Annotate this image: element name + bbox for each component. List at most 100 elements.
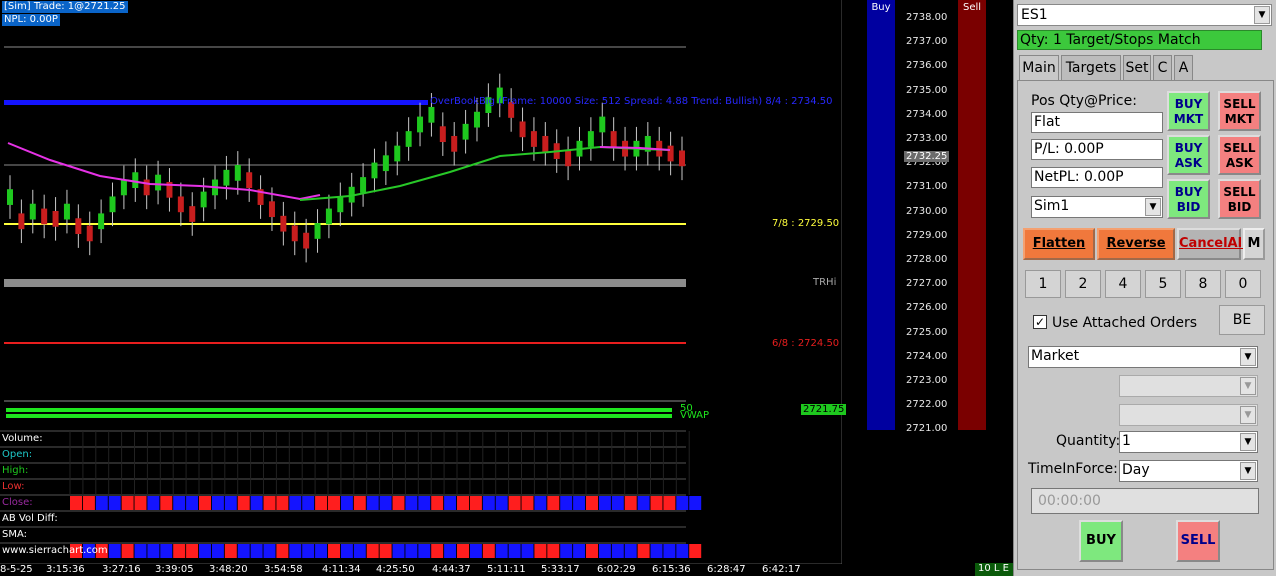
price-tick-label: 2737.00 [906,36,948,48]
price-tick-label: 2731.00 [906,181,948,193]
buy-bid-button[interactable]: BUY BID [1167,179,1210,219]
candle [41,208,48,225]
tab-a[interactable]: A [1174,55,1193,80]
quantity-value: 1 [1122,433,1131,449]
candle [7,189,13,205]
chevron-down-icon[interactable]: ▼ [1240,433,1256,451]
sell-button[interactable]: SELL [1176,520,1220,562]
use-attached-checkbox[interactable]: ✓ [1033,315,1047,329]
candle [405,131,412,147]
vwap-line [6,408,672,412]
cancel-all-button[interactable]: CancelAll [1177,228,1247,260]
vwap-line [6,414,672,418]
qty-preset-button[interactable]: 8 [1185,270,1221,298]
be-button[interactable]: BE [1219,305,1265,335]
candle [132,172,139,189]
close-cell [276,496,289,510]
study-name: www.sierrachart.com [2,545,108,556]
close-cell [573,496,586,510]
chevron-down-icon[interactable]: ▼ [1145,198,1161,216]
tab-c[interactable]: C [1153,55,1172,80]
tab-main[interactable]: Main [1019,55,1059,81]
sma-cell [147,544,160,558]
dom-sell-column[interactable]: Sell [958,0,986,430]
time-tick-label: 6:28:47 [707,564,746,575]
sma-cell [134,544,147,558]
time-tick-label: 3:48:20 [209,564,248,575]
candle [280,215,287,232]
close-cell [108,496,121,510]
reverse-button[interactable]: Reverse [1097,228,1175,260]
tab-set[interactable]: Set [1123,55,1151,80]
chevron-down-icon[interactable]: ▼ [1254,6,1270,24]
chevron-down-icon[interactable]: ▼ [1240,348,1256,366]
close-cell [224,496,237,510]
sma-cell [547,544,560,558]
sma-long-line [299,145,671,201]
sma-cell [405,544,418,558]
study-name: High: [2,465,29,476]
close-cell [70,496,82,510]
order-type-select[interactable]: Market ▼ [1028,346,1258,368]
time-field[interactable]: 00:00:00 [1031,488,1259,514]
candle [155,174,162,191]
candle [565,150,572,167]
app-window: [Sim] Trade: 1@2721.25 NPL: 0.00P OverBo… [0,0,1276,576]
close-cell [379,496,392,510]
buy-ask-button[interactable]: BUY ASK [1167,135,1210,175]
close-cell [134,496,147,510]
close-cell [469,496,482,510]
candle [120,179,127,196]
level-6-8-label: 6/8 : 2724.50 [772,338,840,349]
close-cell [263,496,276,510]
sma-cell [689,544,702,558]
sma-cell [315,544,328,558]
sma-cell [108,544,121,558]
dom-buy-column[interactable]: Buy [867,0,895,430]
price-tick-label: 2730.00 [906,205,948,217]
tif-select[interactable]: Day ▼ [1119,460,1258,482]
qty-preset-button[interactable]: 1 [1025,270,1061,298]
sell-bid-button[interactable]: SELL BID [1218,179,1261,219]
account-select[interactable]: Sim1 ▼ [1031,196,1163,218]
level-7-8-label: 7/8 : 2729.50 [772,218,840,229]
price-tick-label: 2734.00 [906,108,948,120]
qty-preset-button[interactable]: 4 [1105,270,1141,298]
close-cell [237,496,250,510]
sma-cell [469,544,482,558]
sell-market-button[interactable]: SELL MKT [1218,91,1261,131]
chevron-down-icon[interactable]: ▼ [1240,462,1256,480]
candle [679,150,685,167]
price-chart[interactable]: [Sim] Trade: 1@2721.25 NPL: 0.00P OverBo… [0,0,847,564]
symbol-select[interactable]: ES1 ▼ [1017,4,1272,26]
chevron-down-icon[interactable]: ▼ [1240,406,1256,424]
candle [86,225,93,242]
price2-field[interactable]: ▼ [1119,404,1258,426]
current-price-badge: 2732.25 [904,151,950,162]
close-cell [405,496,418,510]
qty-preset-button[interactable]: 2 [1065,270,1101,298]
price-tick-label: 2728.00 [906,254,948,265]
sma-cell [263,544,276,558]
sell-ask-button[interactable]: SELL ASK [1218,135,1261,175]
quantity-input[interactable]: 1 ▼ [1119,431,1258,453]
trhi-bar [4,279,686,287]
candle [246,172,253,189]
close-cell [689,496,702,510]
buy-market-button[interactable]: BUY MKT [1167,91,1210,131]
m-button[interactable]: M [1243,228,1265,260]
chevron-down-icon[interactable]: ▼ [1240,377,1256,395]
close-cell [160,496,173,510]
tab-targets[interactable]: Targets [1061,55,1121,80]
buy-button[interactable]: BUY [1079,520,1123,562]
sma-cell [508,544,521,558]
price1-field[interactable]: ▼ [1119,375,1258,397]
time-axis: 8-5-25 3:15:36 3:27:16 3:39:05 3:48:20 3:54:5… [0,564,1012,576]
flatten-button[interactable]: Flatten [1023,228,1095,260]
sma-cell [353,544,366,558]
qty-preset-button[interactable]: 0 [1225,270,1261,298]
qty-preset-button[interactable]: 5 [1145,270,1181,298]
candle [223,169,230,186]
candle [462,123,469,140]
quantity-label: Quantity: [1056,433,1121,449]
